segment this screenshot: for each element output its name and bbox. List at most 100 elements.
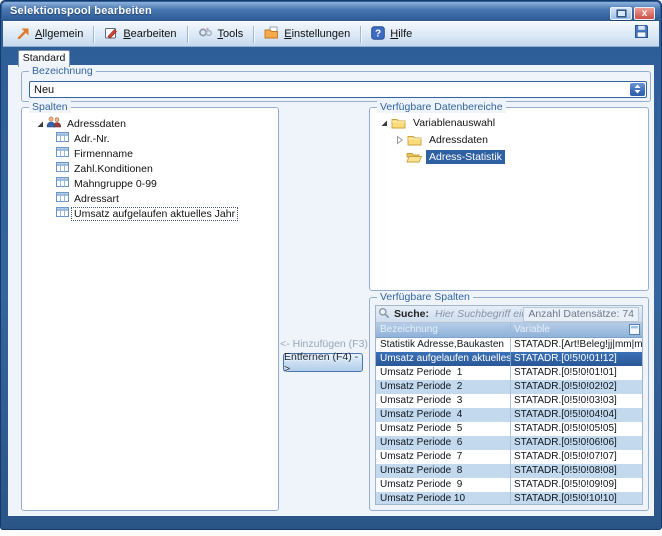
tab-standard[interactable]: Standard <box>18 50 70 67</box>
table-header: Bezeichnung Variable <box>376 323 642 338</box>
table-columns-icon <box>56 146 69 161</box>
cell-variable: STATADR.[0!5!0!05!05] <box>511 422 642 436</box>
toolbar-separator <box>187 26 188 43</box>
tree-node-folder[interactable]: Adressdaten <box>372 131 646 148</box>
search-bar[interactable]: Suche: Hier Suchbegriff einge Anzahl Dat… <box>376 306 642 323</box>
expanded-triangle-icon[interactable] <box>34 120 46 128</box>
toolbar-separator <box>253 26 254 43</box>
toolbar-separator <box>360 26 361 43</box>
spin-arrows-icon <box>634 81 641 99</box>
group-datenbereiche: Verfügbare Datenbereiche Variablenauswah… <box>369 107 649 291</box>
save-floppy-icon <box>634 24 649 44</box>
table-row[interactable]: Umsatz Periode 2 STATADR.[0!5!0!02!02] <box>376 380 642 394</box>
tree-node-column[interactable]: Adr.-Nr. <box>24 131 276 146</box>
combobox-dropdown-button[interactable] <box>630 83 645 96</box>
tree-node-label[interactable]: Adressart <box>74 193 119 205</box>
tree-node-adressdaten[interactable]: Adressdaten <box>24 116 276 131</box>
cell-variable: STATADR.[0!5!0!01!01] <box>511 366 642 380</box>
cell-variable: STATADR.[Art!Beleg!jj|mm|m <box>511 338 642 352</box>
tree-node-label[interactable]: Adr.-Nr. <box>74 133 110 145</box>
cell-bezeichnung: Umsatz Periode 6 <box>376 436 511 450</box>
cell-bezeichnung: Umsatz Periode 4 <box>376 408 511 422</box>
search-input-placeholder[interactable]: Hier Suchbegriff einge <box>435 308 523 320</box>
cell-bezeichnung: Umsatz Periode 7 <box>376 450 511 464</box>
table-row[interactable]: Umsatz Periode 1 STATADR.[0!5!0!01!01] <box>376 366 642 380</box>
cell-variable: STATADR.[0!5!0!08!08] <box>511 464 642 478</box>
record-count: Anzahl Datensätze: 74 <box>523 307 639 322</box>
toolbar-button-label: Bearbeiten <box>123 28 176 40</box>
svg-text:?: ? <box>375 28 381 39</box>
folder-icon <box>406 134 422 146</box>
table-columns-icon <box>56 206 69 221</box>
table-row[interactable]: Statistik Adresse,Baukasten STATADR.[Art… <box>376 338 642 352</box>
cell-bezeichnung: Umsatz Periode 8 <box>376 464 511 478</box>
column-header-variable[interactable]: Variable <box>511 323 642 337</box>
column-header-bezeichnung[interactable]: Bezeichnung <box>376 323 511 337</box>
table-row[interactable]: Umsatz Periode 6 STATADR.[0!5!0!06!06] <box>376 436 642 450</box>
table-row[interactable]: Umsatz Periode 7 STATADR.[0!5!0!07!07] <box>376 450 642 464</box>
toolbar-button-label: Hilfe <box>390 28 412 40</box>
cell-bezeichnung: Umsatz Periode 9 <box>376 478 511 492</box>
tree-node-folder[interactable]: Adress-Statistik <box>372 148 646 165</box>
tree-node-column[interactable]: Umsatz aufgelaufen aktuelles Jahr <box>24 206 276 221</box>
table-row[interactable]: Umsatz Periode 8 STATADR.[0!5!0!08!08] <box>376 464 642 478</box>
arrow-up-right-icon <box>17 27 30 42</box>
toolbar-button-label: Tools <box>218 28 244 40</box>
toolbar: Allgemein Bearbeiten Tools Einstellungen <box>3 21 659 47</box>
tree-node-column[interactable]: Zahl.Konditionen <box>24 161 276 176</box>
tree-node-label[interactable]: Adressdaten <box>67 118 126 130</box>
spalten-tree: Adressdaten Adr.-Nr. Firmen <box>24 116 276 221</box>
close-button[interactable]: x <box>634 7 655 20</box>
cell-bezeichnung: Umsatz Periode 10 <box>376 492 511 505</box>
tree-node-label[interactable]: Adressdaten <box>426 133 491 147</box>
tree-node-column[interactable]: Mahngruppe 0-99 <box>24 176 276 191</box>
toolbar-button-allgemein[interactable]: Allgemein <box>9 23 91 45</box>
restore-icon <box>616 5 627 23</box>
tree-node-column[interactable]: Adressart <box>24 191 276 206</box>
tree-node-label[interactable]: Adress-Statistik <box>426 150 505 164</box>
tree-node-label[interactable]: Umsatz aufgelaufen aktuelles Jahr <box>72 208 237 220</box>
datenbereiche-tree: Variablenauswahl Adressdaten <box>372 114 646 165</box>
toolbar-button-bearbeiten[interactable]: Bearbeiten <box>96 23 184 45</box>
table-row[interactable]: Umsatz Periode 5 STATADR.[0!5!0!05!05] <box>376 422 642 436</box>
group-bezeichnung: Bezeichnung Neu <box>21 71 651 102</box>
search-label: Suche: <box>394 308 429 320</box>
cell-variable: STATADR.[0!5!0!04!04] <box>511 408 642 422</box>
add-button-disabled: <- Hinzufügen (F3) <box>280 338 368 350</box>
tree-expander-icon[interactable] <box>394 135 406 145</box>
table-row[interactable]: Umsatz Periode 9 STATADR.[0!5!0!09!09] <box>376 478 642 492</box>
table-columns-icon <box>56 191 69 206</box>
save-button[interactable] <box>634 24 649 44</box>
tree-node-column[interactable]: Firmenname <box>24 146 276 161</box>
titlebar[interactable]: Selektionspool bearbeiten x <box>2 2 660 21</box>
cell-bezeichnung: Umsatz Periode 2 <box>376 380 511 394</box>
cell-variable: STATADR.[0!5!0!10!10] <box>511 492 642 505</box>
cell-variable: STATADR.[0!5!0!07!07] <box>511 450 642 464</box>
toolbar-button-tools[interactable]: Tools <box>190 23 252 45</box>
table-row[interactable]: Umsatz Periode 4 STATADR.[0!5!0!04!04] <box>376 408 642 422</box>
toolbar-button-label: Allgemein <box>35 28 83 40</box>
table-body: Statistik Adresse,Baukasten STATADR.[Art… <box>376 338 642 505</box>
remove-button[interactable]: Entfernen (F4) -> <box>283 353 363 372</box>
bezeichnung-combobox[interactable]: Neu <box>29 81 647 98</box>
content-panel: Bezeichnung Neu Spalten <box>8 65 654 516</box>
tree-node-label[interactable]: Firmenname <box>74 148 133 160</box>
restore-button[interactable] <box>610 7 632 20</box>
cell-variable: STATADR.[0!5!0!03!03] <box>511 394 642 408</box>
toolbar-button-einstellungen[interactable]: Einstellungen <box>256 23 358 45</box>
window-title: Selektionspool bearbeiten <box>10 5 152 17</box>
tree-node-folder[interactable]: Variablenauswahl <box>372 114 646 131</box>
tree-node-label[interactable]: Mahngruppe 0-99 <box>74 178 157 190</box>
group-spalten: Spalten Adressdaten <box>21 107 279 511</box>
table-row[interactable]: Umsatz Periode 10 STATADR.[0!5!0!10!10] <box>376 492 642 505</box>
group-verfuegbare-spalten: Verfügbare Spalten Suche: Hier Suchbegri… <box>369 297 649 511</box>
table-row[interactable]: Umsatz Periode 3 STATADR.[0!5!0!03!03] <box>376 394 642 408</box>
table-row[interactable]: Umsatz aufgelaufen aktuelles Jahr STATAD… <box>376 352 642 366</box>
table-columns-icon <box>56 161 69 176</box>
tree-node-label[interactable]: Zahl.Konditionen <box>74 163 153 175</box>
tree-node-label[interactable]: Variablenauswahl <box>410 116 498 130</box>
tree-expander-icon[interactable] <box>378 119 390 127</box>
group-legend: Verfügbare Datenbereiche <box>377 101 506 113</box>
toolbar-button-hilfe[interactable]: ? Hilfe <box>363 23 420 45</box>
column-chooser-icon[interactable] <box>629 324 640 339</box>
